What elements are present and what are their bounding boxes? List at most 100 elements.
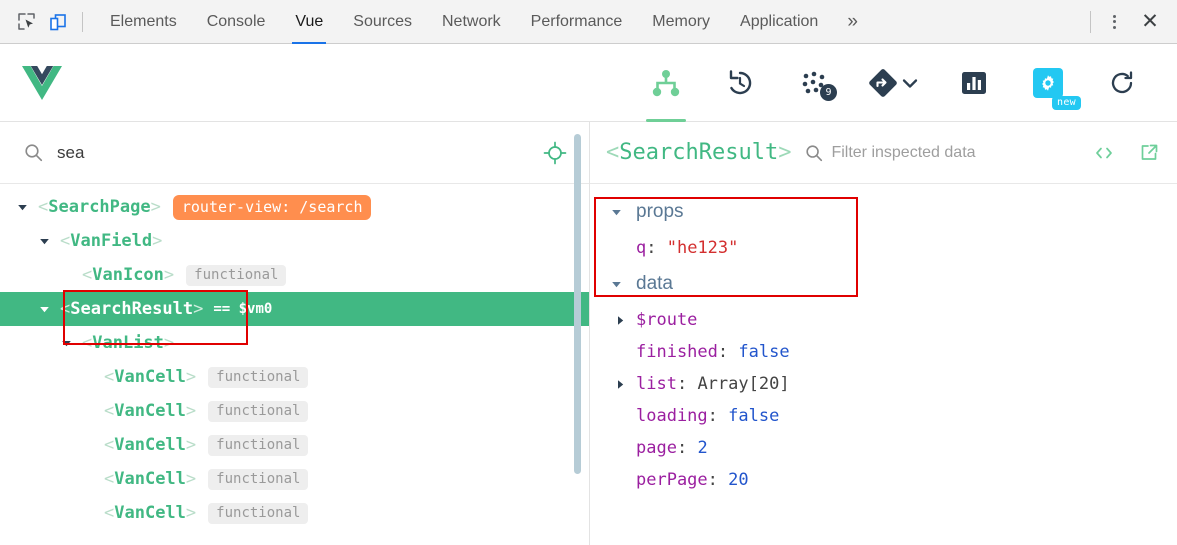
open-angle: <: [104, 469, 115, 489]
chevron-down-icon[interactable]: [36, 304, 52, 315]
tree-node-searchresult-selected[interactable]: <SearchResult> == $vm0: [0, 292, 589, 326]
tree-node-name: VanCell: [114, 469, 186, 489]
tree-node-name: VanIcon: [92, 265, 164, 285]
close-angle: >: [193, 299, 204, 319]
tab-performance[interactable]: Performance: [516, 0, 638, 44]
device-toolbar-icon[interactable]: [42, 7, 74, 37]
inspector-row-key: loading: [636, 406, 708, 426]
chevron-down-icon[interactable]: [14, 202, 30, 213]
inspector-row-key: list: [636, 374, 677, 394]
open-angle: <: [104, 367, 115, 387]
filter-inspected-data-input[interactable]: [831, 143, 1080, 162]
tree-scrollbar[interactable]: [574, 134, 581, 474]
inspector-section-props[interactable]: props: [590, 192, 1177, 232]
open-angle: <: [606, 140, 620, 165]
close-angle: >: [163, 333, 175, 353]
open-angle: <: [104, 435, 115, 455]
inspector-row-value: 2: [697, 438, 708, 458]
code-brackets-icon[interactable]: [1094, 145, 1114, 161]
tree-node-name: VanField: [70, 231, 153, 251]
devtools-tabs: Elements Console Vue Sources Network Performa…: [95, 0, 833, 44]
chevron-down-icon[interactable]: [900, 73, 920, 93]
tab-console[interactable]: Console: [192, 0, 281, 44]
inspector-row-key: $route: [636, 310, 698, 330]
inspect-element-icon[interactable]: [10, 7, 42, 37]
chevron-right-icon[interactable]: [612, 379, 628, 390]
vue-toolbar-actions: 9 new: [629, 44, 1159, 122]
settings-gear-icon[interactable]: new: [1011, 44, 1085, 122]
chevron-down-icon[interactable]: [608, 279, 624, 290]
open-angle: <: [104, 503, 115, 523]
tree-node-name: VanList: [92, 333, 164, 353]
close-icon[interactable]: ✕: [1131, 5, 1169, 39]
chevron-down-icon[interactable]: [36, 236, 52, 247]
more-tabs-button[interactable]: »: [833, 0, 872, 44]
tree-node-vanlist[interactable]: <VanList>: [0, 326, 589, 360]
performance-chart-icon[interactable]: [937, 44, 1011, 122]
inspector-row-loading[interactable]: loading: false: [590, 400, 1177, 432]
inspector-row-key: perPage: [636, 470, 708, 490]
functional-badge: functional: [208, 434, 309, 456]
tab-label: Application: [740, 12, 819, 30]
inspector-row-q[interactable]: q: "he123": [590, 232, 1177, 264]
timeline-history-icon[interactable]: [703, 44, 777, 122]
vuex-badge-count: 9: [820, 83, 837, 101]
refresh-icon[interactable]: [1085, 44, 1159, 122]
tab-network[interactable]: Network: [427, 0, 516, 44]
router-icon[interactable]: [851, 44, 937, 122]
tab-vue[interactable]: Vue: [280, 0, 338, 44]
tree-node-vancell[interactable]: <VanCell> functional: [0, 394, 589, 428]
close-angle: >: [185, 367, 197, 387]
tree-node-searchpage[interactable]: <SearchPage> router-view: /search: [0, 190, 589, 224]
open-in-new-icon[interactable]: [1140, 143, 1159, 162]
vue-toolbar: 9 new: [0, 44, 1177, 122]
inspector-row-colon: :: [676, 374, 698, 394]
close-angle: >: [150, 197, 161, 217]
inspector-row-perPage[interactable]: perPage: 20: [590, 464, 1177, 496]
tab-memory[interactable]: Memory: [637, 0, 725, 44]
inspector-row-finished[interactable]: finished: false: [590, 336, 1177, 368]
functional-badge: functional: [186, 264, 287, 286]
devtools-menu-icon[interactable]: [1097, 5, 1131, 39]
vuex-icon[interactable]: 9: [777, 44, 851, 122]
vm-reference-label: == $vm0: [213, 301, 273, 317]
tree-node-name: SearchPage: [48, 197, 151, 217]
tree-node-vancell[interactable]: <VanCell> functional: [0, 360, 589, 394]
search-input[interactable]: [57, 142, 543, 163]
tree-node-name: VanCell: [114, 401, 186, 421]
inspector-pane: <SearchResult> Filter inspected data pro…: [590, 122, 1177, 545]
tree-node-name: VanCell: [114, 435, 186, 455]
functional-badge: functional: [208, 502, 309, 524]
toolbar-divider: [82, 11, 83, 32]
chevron-down-icon[interactable]: [608, 207, 624, 218]
tree-node-vanfield[interactable]: <VanField>: [0, 224, 589, 258]
inspector-row-page[interactable]: page: 2: [590, 432, 1177, 464]
main-split: <SearchPage>router-view: /search<VanFiel…: [0, 122, 1177, 545]
tab-sources[interactable]: Sources: [338, 0, 427, 44]
open-angle: <: [82, 265, 93, 285]
tree-node-vancell[interactable]: <VanCell> functional: [0, 496, 589, 530]
inspector-section-title: props: [636, 201, 684, 222]
inspector-section-data[interactable]: data: [590, 264, 1177, 304]
inspector-row-value: false: [728, 406, 780, 426]
inspector-header: <SearchResult>: [590, 122, 1177, 184]
tree-node-tag: <VanCell>: [104, 469, 196, 489]
tab-elements[interactable]: Elements: [95, 0, 192, 44]
chevron-down-icon[interactable]: [58, 338, 74, 349]
settings-new-badge: new: [1052, 95, 1081, 110]
components-tab-icon[interactable]: [629, 44, 703, 122]
tree-node-vancell[interactable]: <VanCell> functional: [0, 462, 589, 496]
open-angle: <: [104, 401, 115, 421]
inspector-row-key: page: [636, 438, 677, 458]
close-angle: >: [163, 265, 175, 285]
tab-application[interactable]: Application: [725, 0, 833, 44]
open-angle: <: [82, 333, 93, 353]
tree-node-vanicon[interactable]: <VanIcon> functional: [0, 258, 589, 292]
tree-node-tag: <VanCell>: [104, 435, 196, 455]
inspector-row-route[interactable]: $route: [590, 304, 1177, 336]
inspector-row-list[interactable]: list: Array[20]: [590, 368, 1177, 400]
chevron-right-icon[interactable]: [612, 315, 628, 326]
tree-node-vancell[interactable]: <VanCell> functional: [0, 428, 589, 462]
inspected-component-title: <SearchResult>: [606, 140, 791, 165]
target-crosshair-icon[interactable]: [543, 141, 567, 165]
